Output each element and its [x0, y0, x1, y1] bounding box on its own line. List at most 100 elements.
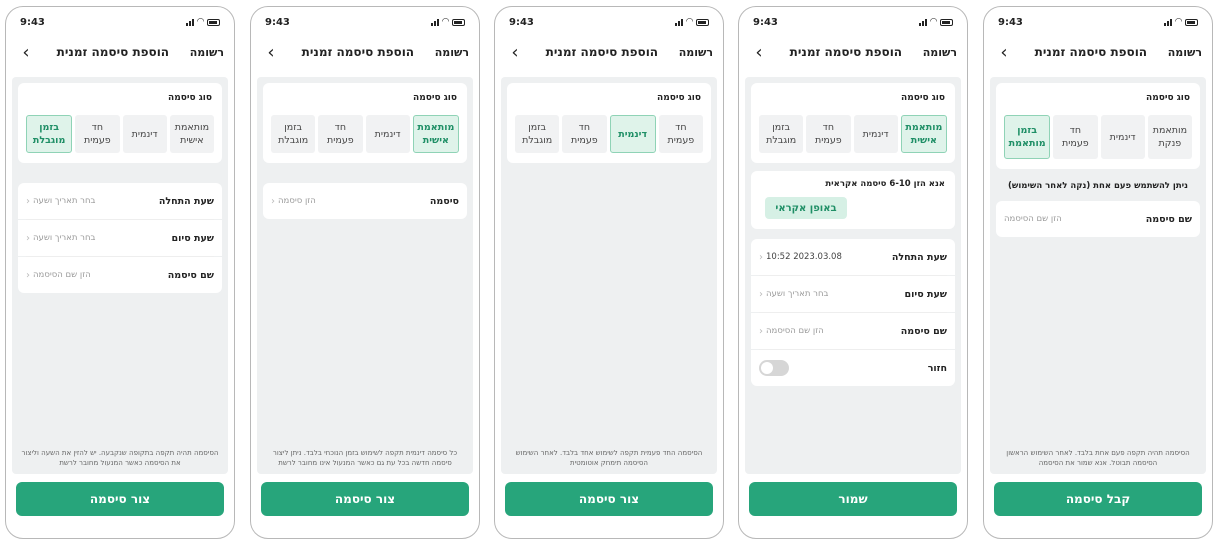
- back-icon[interactable]: ‹: [16, 42, 36, 63]
- chevron-left-icon: ‹: [26, 232, 30, 244]
- wifi-icon: ◠: [197, 17, 204, 27]
- end-time-row[interactable]: שעת סיום בחר תאריך ושעה ‹: [18, 220, 222, 256]
- footnote: הסיסמה תהיה תקפה בתקופה שנקבעה. יש להזין…: [21, 449, 219, 467]
- type-custom[interactable]: מותאמת פנקת: [1147, 115, 1192, 159]
- status-time: 9:43: [998, 16, 1023, 28]
- get-password-button[interactable]: קבל סיסמה: [994, 482, 1202, 516]
- wifi-icon: ◠: [1175, 17, 1182, 27]
- battery-icon: [207, 18, 220, 26]
- create-password-button[interactable]: צור סיסמה: [16, 482, 224, 516]
- type-one-time[interactable]: חד פעמית: [806, 115, 851, 153]
- footnote: כל סיסמה דינמית תקפה לשימוש בזמן הנוכחי …: [272, 449, 458, 467]
- type-timed[interactable]: בזמן מוגבלת: [26, 115, 73, 153]
- page-title: הוספת סיסמה זמנית: [301, 45, 415, 59]
- type-one-time[interactable]: חד פעמית: [75, 115, 120, 153]
- random-button[interactable]: באופן אקראי: [765, 197, 847, 219]
- record-link[interactable]: רשומה: [679, 46, 713, 59]
- page-title: הוספת סיסמה זמנית: [56, 45, 170, 59]
- type-selector: מותאמת אישית דינמית חד פעמית בזמן מוגבלת: [759, 115, 947, 153]
- signal-icon: [1164, 18, 1173, 26]
- end-time-value: בחר תאריך ושעה: [766, 289, 829, 299]
- end-time-row[interactable]: שעת סיום בחר תאריך ושעה ‹: [751, 276, 955, 312]
- save-button[interactable]: שמור: [749, 482, 957, 516]
- type-one-time-alt[interactable]: חד פעמית: [562, 115, 607, 153]
- type-dynamic[interactable]: דינמית: [365, 115, 410, 153]
- status-bar: 9:43 ◠: [998, 15, 1198, 29]
- type-selector: חד פעמית דינמית חד פעמית בזמן מוגבלת: [515, 115, 703, 153]
- page-title: הוספת סיסמה זמנית: [1034, 45, 1148, 59]
- content-area: סוג סיסמה חד פעמית דינמית חד פעמית בזמן …: [501, 77, 717, 474]
- chevron-left-icon: ‹: [271, 195, 275, 207]
- signal-icon: [431, 18, 440, 26]
- type-dynamic[interactable]: דינמית: [853, 115, 898, 153]
- type-one-time[interactable]: חד פעמית: [318, 115, 363, 153]
- chevron-left-icon: ‹: [759, 251, 763, 263]
- type-timed[interactable]: בזמן מוגבלת: [759, 115, 804, 153]
- type-card: סוג סיסמה מותאמת פנקת דינמית חד פעמית בז…: [996, 83, 1200, 169]
- phone-screen-3: 9:43 ◠ ‹ הוספת סיסמה זמנית רשומה סוג סיס…: [494, 6, 724, 539]
- record-link[interactable]: רשומה: [923, 46, 957, 59]
- repeat-row: חזור: [751, 350, 955, 386]
- type-timed[interactable]: בזמן מוגבלת: [515, 115, 560, 153]
- repeat-toggle[interactable]: [759, 360, 789, 376]
- battery-icon: [452, 18, 465, 26]
- type-selector: מותאמת אישית דינמית חד פעמית בזמן מוגבלת: [26, 115, 214, 153]
- back-icon[interactable]: ‹: [261, 42, 281, 63]
- type-timed[interactable]: בזמן מוגבלת: [271, 115, 316, 153]
- record-link[interactable]: רשומה: [1168, 46, 1202, 59]
- footnote: הסיסמה תהיה תקפה פעם אחת בלבד. לאחר השימ…: [1006, 449, 1190, 467]
- type-dynamic[interactable]: דינמית: [609, 115, 656, 153]
- nav-bar: ‹ הוספת סיסמה זמנית רשומה: [261, 37, 469, 67]
- password-name-row[interactable]: שם סיסמה הזן שם הסיסמה ‹: [18, 257, 222, 293]
- back-icon[interactable]: ‹: [994, 42, 1014, 63]
- password-name-value: הזן שם הסיסמה: [1004, 214, 1062, 224]
- content-area: סוג סיסמה מותאמת אישית דינמית חד פעמית ב…: [257, 77, 473, 474]
- start-time-row[interactable]: שעת התחלה בחר תאריך ושעה ‹: [18, 183, 222, 219]
- chevron-left-icon: ‹: [759, 325, 763, 337]
- password-name-label: שם סיסמה: [900, 325, 947, 337]
- type-label: סוג סיסמה: [657, 93, 701, 103]
- footnote: הסיסמה החד פעמית תקפה לשימוש אחד בלבד. ל…: [515, 449, 703, 467]
- wifi-icon: ◠: [930, 17, 937, 27]
- start-time-label: שעת התחלה: [891, 251, 947, 263]
- signal-icon: [186, 18, 195, 26]
- record-link[interactable]: רשומה: [435, 46, 469, 59]
- type-timed[interactable]: בזמן מותאמת: [1004, 115, 1051, 159]
- status-time: 9:43: [20, 16, 45, 28]
- type-label: סוג סיסמה: [168, 93, 212, 103]
- type-card: סוג סיסמה מותאמת אישית דינמית חד פעמית ב…: [263, 83, 467, 163]
- chevron-left-icon: ‹: [759, 288, 763, 300]
- signal-icon: [675, 18, 684, 26]
- one-time-note: ניתן להשתמש פעם אחת (נקה לאחר השימוש): [1008, 181, 1188, 191]
- create-password-button[interactable]: צור סיסמה: [261, 482, 469, 516]
- type-custom[interactable]: מותאמת אישית: [169, 115, 214, 153]
- page-title: הוספת סיסמה זמנית: [789, 45, 903, 59]
- back-icon[interactable]: ‹: [505, 42, 525, 63]
- start-time-row[interactable]: שעת התחלה 2023.03.08 10:52 ‹: [751, 239, 955, 275]
- status-bar: 9:43 ◠: [753, 15, 953, 29]
- type-dynamic[interactable]: דינמית: [1100, 115, 1145, 159]
- status-bar: 9:43 ◠: [20, 15, 220, 29]
- phone-screen-1: 9:43 ◠ ‹ הוספת סיסמה זמנית רשומה סוג סיס…: [5, 6, 235, 539]
- password-name-row[interactable]: שם סיסמה הזן שם הסיסמה ‹: [751, 313, 955, 349]
- record-link[interactable]: רשומה: [190, 46, 224, 59]
- chevron-left-icon: ‹: [26, 269, 30, 281]
- status-time: 9:43: [509, 16, 534, 28]
- end-time-value: בחר תאריך ושעה: [33, 233, 96, 243]
- end-time-label: שעת סיום: [904, 288, 947, 300]
- start-time-label: שעת התחלה: [158, 195, 214, 207]
- create-password-button[interactable]: צור סיסמה: [505, 482, 713, 516]
- type-custom[interactable]: מותאמת אישית: [900, 115, 947, 153]
- type-custom[interactable]: מותאמת אישית: [412, 115, 459, 153]
- back-icon[interactable]: ‹: [749, 42, 769, 63]
- wifi-icon: ◠: [686, 17, 693, 27]
- nav-bar: ‹ הוספת סיסמה זמנית רשומה: [994, 37, 1202, 67]
- type-dynamic[interactable]: דינמית: [122, 115, 167, 153]
- type-one-time[interactable]: חד פעמית: [658, 115, 703, 153]
- signal-icon: [919, 18, 928, 26]
- password-name-row[interactable]: שם סיסמה הזן שם הסיסמה: [996, 201, 1200, 237]
- password-row[interactable]: סיסמה הזן סיסמה ‹: [263, 183, 467, 219]
- type-one-time[interactable]: חד פעמית: [1053, 115, 1098, 159]
- battery-icon: [696, 18, 709, 26]
- type-label: סוג סיסמה: [901, 93, 945, 103]
